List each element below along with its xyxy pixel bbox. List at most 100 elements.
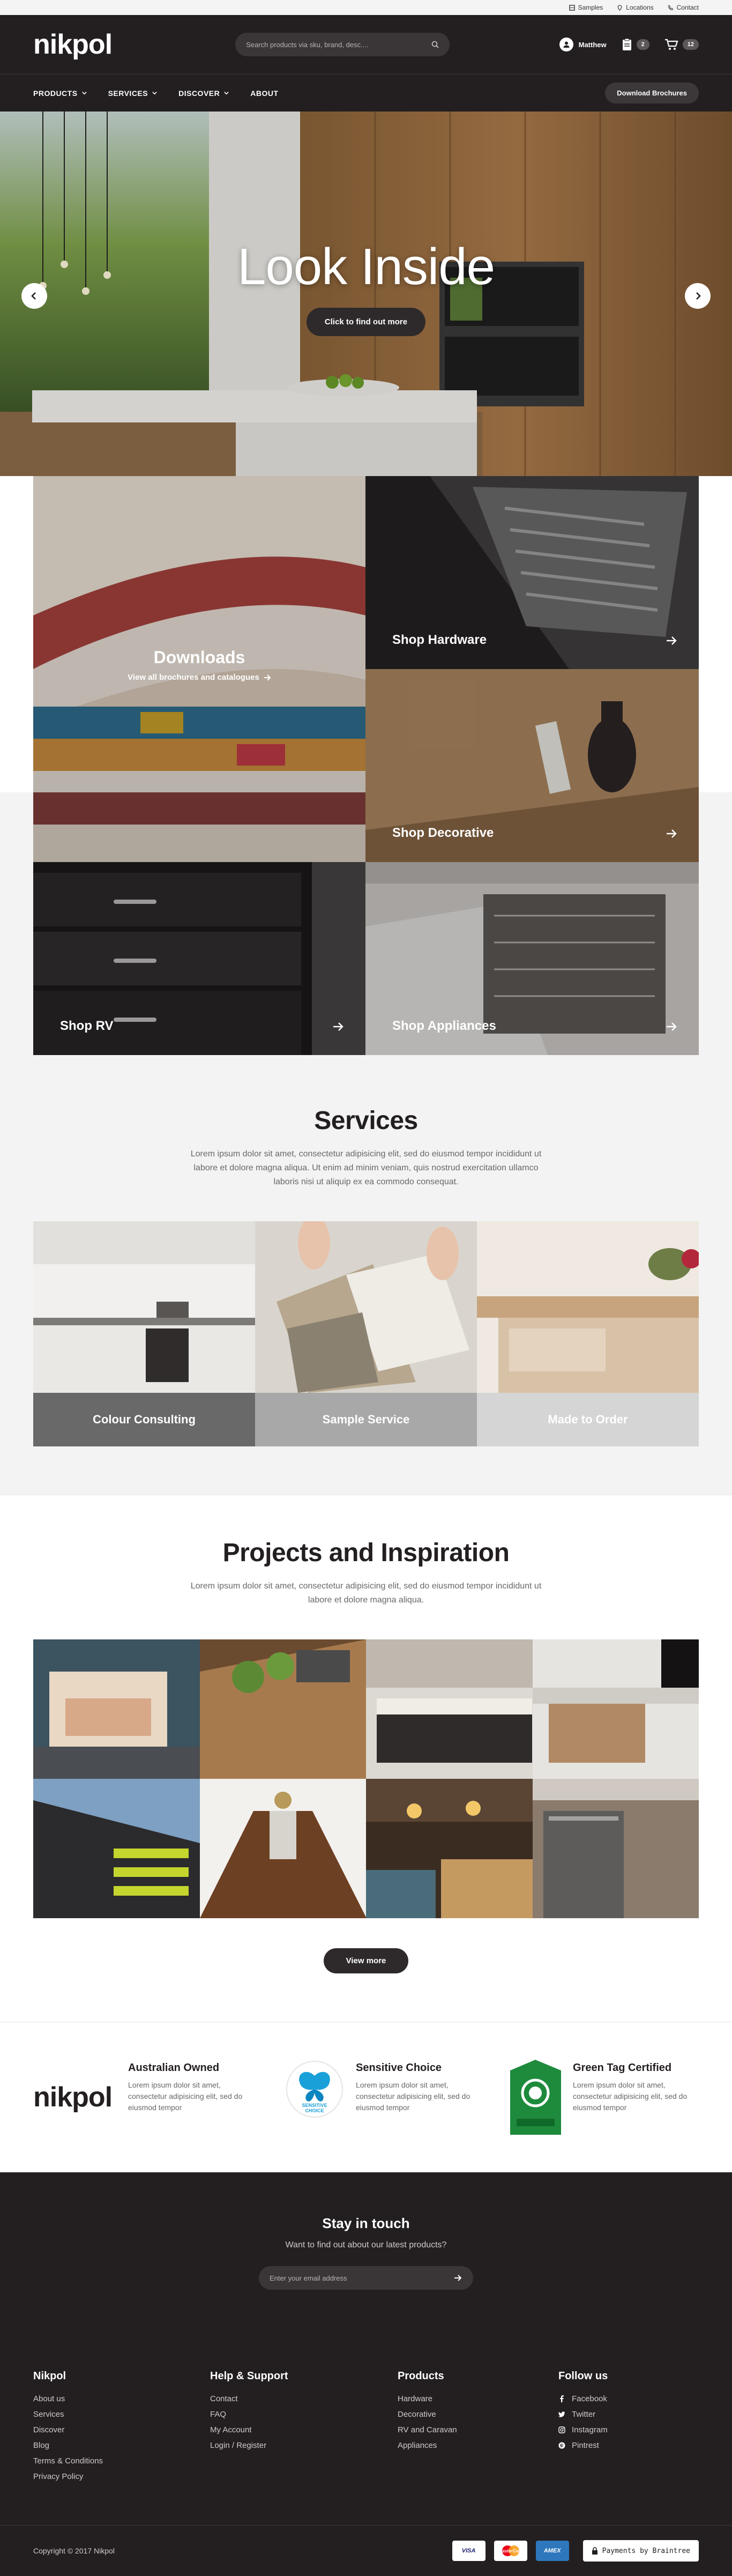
site-logo[interactable]: nikpol <box>33 28 113 61</box>
shop-decorative-tile[interactable]: Shop Decorative <box>365 669 699 862</box>
cart-count: 12 <box>682 39 699 50</box>
sample-service-image <box>255 1221 477 1393</box>
locations-link[interactable]: Locations <box>617 4 654 11</box>
nav-about[interactable]: ABOUT <box>250 89 278 98</box>
footer-link-contact[interactable]: Contact <box>210 2394 398 2403</box>
chevron-down-icon <box>152 92 157 95</box>
nav-services[interactable]: SERVICES <box>108 89 158 98</box>
user-name: Matthew <box>578 40 607 49</box>
project-image-dishwasher[interactable] <box>532 1779 699 1918</box>
newsletter-email-input[interactable] <box>270 2274 454 2282</box>
projects-description: Lorem ipsum dolor sit amet, consectetur … <box>190 1582 542 1605</box>
category-grid: Downloads View all brochures and catalog… <box>33 476 699 1055</box>
braintree-badge: Payments by Braintree <box>582 2540 699 2562</box>
hero-slider: Look Inside Click to find out more <box>0 112 732 508</box>
green-tag-badge-icon <box>510 2060 561 2135</box>
newsletter-title: Stay in touch <box>322 2215 410 2231</box>
footer-link-instagram[interactable]: Instagram <box>558 2425 698 2434</box>
shop-hardware-label: Shop Hardware <box>392 633 487 647</box>
footer-link-blog[interactable]: Blog <box>33 2441 210 2450</box>
user-icon <box>559 38 573 51</box>
mastercard-label: MasterCard <box>498 2548 522 2553</box>
footer-bottom-bar: Copyright © 2017 Nikpol VISA MasterCard … <box>0 2525 732 2576</box>
project-image-kitchen-island[interactable] <box>366 1639 533 1779</box>
contact-link[interactable]: Contact <box>668 4 699 11</box>
amex-card-icon: AMEX <box>535 2541 569 2561</box>
user-account[interactable]: Matthew <box>559 38 607 51</box>
downloads-tile[interactable]: Downloads View all brochures and catalog… <box>33 476 365 862</box>
footer-link-login[interactable]: Login / Register <box>210 2441 398 2450</box>
project-image-cafe[interactable] <box>366 1779 533 1918</box>
project-image-hallway[interactable] <box>199 1779 366 1918</box>
hero-title: Look Inside <box>237 238 495 295</box>
footer-link-pinterest[interactable]: Pintrest <box>558 2441 698 2450</box>
project-image-kitchen-counter[interactable] <box>532 1639 699 1779</box>
footer-link-terms[interactable]: Terms & Conditions <box>33 2456 210 2466</box>
samples-link[interactable]: Samples <box>569 4 603 11</box>
facebook-label: Facebook <box>572 2394 607 2403</box>
footer-link-appliances[interactable]: Appliances <box>398 2441 558 2450</box>
mastercard-icon: MasterCard <box>494 2541 527 2561</box>
sensitive-choice-butterfly-icon: SENSITIVE CHOICE <box>286 2061 343 2118</box>
made-to-order-label: Made to Order <box>477 1393 699 1446</box>
visa-card-icon: VISA <box>452 2541 485 2561</box>
arrow-right-icon <box>264 674 271 681</box>
saved-list-count: 2 <box>636 39 649 50</box>
footer-link-facebook[interactable]: Facebook <box>558 2394 698 2403</box>
samples-label: Samples <box>578 4 603 11</box>
trust-description: Lorem ipsum dolor sit amet, consectetur … <box>356 2081 470 2112</box>
footer-link-discover[interactable]: Discover <box>33 2425 210 2434</box>
project-image-building-facade[interactable] <box>33 1779 200 1918</box>
search-icon[interactable] <box>431 41 439 48</box>
hero-prev-button[interactable] <box>21 283 47 309</box>
project-image-benchtop[interactable] <box>199 1639 366 1779</box>
nav-discover[interactable]: DISCOVER <box>178 89 229 98</box>
shop-decorative-label: Shop Decorative <box>392 826 494 840</box>
newsletter-section: Stay in touch Want to find out about our… <box>0 2172 732 2343</box>
footer-link-my-account[interactable]: My Account <box>210 2425 398 2434</box>
sample-icon <box>569 4 575 11</box>
hero-next-button[interactable] <box>685 283 711 309</box>
downloads-link[interactable]: View all brochures and catalogues <box>128 673 271 682</box>
view-more-button[interactable]: View more <box>323 1948 409 1973</box>
main-nav: PRODUCTS SERVICES DISCOVER ABOUT Downloa… <box>0 74 732 112</box>
search-input[interactable] <box>246 40 432 49</box>
service-sample-service[interactable]: Sample Service <box>255 1221 477 1446</box>
service-made-to-order[interactable]: Made to Order <box>477 1221 699 1446</box>
footer-link-rv[interactable]: RV and Caravan <box>398 2425 558 2434</box>
payment-methods: VISA MasterCard AMEX Payments by Braintr… <box>452 2540 699 2562</box>
footer-link-faq[interactable]: FAQ <box>210 2410 398 2419</box>
saved-list-button[interactable]: 2 <box>622 38 649 51</box>
downloads-title: Downloads <box>153 648 245 667</box>
nav-discover-label: DISCOVER <box>178 88 220 98</box>
trust-green-tag: Green Tag Certified Lorem ipsum dolor si… <box>510 2060 691 2135</box>
download-brochures-button[interactable]: Download Brochures <box>605 83 699 103</box>
service-colour-consulting[interactable]: Colour Consulting <box>33 1221 255 1446</box>
footer-link-twitter[interactable]: Twitter <box>558 2410 698 2419</box>
shop-rv-tile[interactable]: Shop RV <box>33 862 365 1055</box>
cart-button[interactable]: 12 <box>664 39 699 50</box>
shop-appliances-label: Shop Appliances <box>392 1019 496 1033</box>
footer-link-decorative[interactable]: Decorative <box>398 2410 558 2419</box>
location-pin-icon <box>617 4 622 11</box>
instagram-label: Instagram <box>572 2425 608 2434</box>
trust-australian-owned: nikpol Australian Owned Lorem ipsum dolo… <box>33 2060 285 2113</box>
footer-link-services[interactable]: Services <box>33 2410 210 2419</box>
cart-icon <box>664 39 678 50</box>
lock-icon <box>592 2547 597 2555</box>
shop-hardware-tile[interactable]: Shop Hardware <box>365 476 699 669</box>
footer-link-about[interactable]: About us <box>33 2394 210 2403</box>
made-to-order-image <box>477 1221 699 1393</box>
newsletter-subtitle: Want to find out about our latest produc… <box>285 2240 447 2250</box>
arrow-right-icon[interactable] <box>454 2274 462 2282</box>
shop-appliances-tile[interactable]: Shop Appliances <box>365 862 699 1055</box>
phone-icon <box>668 5 673 10</box>
footer-link-privacy[interactable]: Privacy Policy <box>33 2472 210 2481</box>
hero-cta-button[interactable]: Click to find out more <box>306 308 426 336</box>
clipboard-icon <box>622 38 631 50</box>
footer-link-hardware[interactable]: Hardware <box>398 2394 558 2403</box>
nav-products[interactable]: PRODUCTS <box>33 89 87 98</box>
project-image-store[interactable] <box>33 1639 200 1779</box>
nav-services-label: SERVICES <box>108 88 148 98</box>
projects-title: Projects and Inspiration <box>222 1539 510 1567</box>
